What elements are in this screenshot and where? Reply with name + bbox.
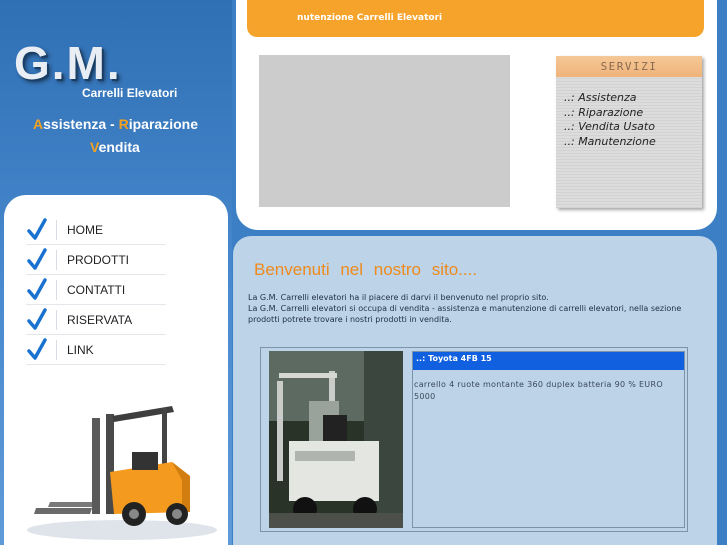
welcome-line-1: La G.M. Carrelli elevatori ha il piacere… (248, 293, 549, 302)
services-title: SERVIZI (556, 56, 702, 77)
slogan-line-1-part: ssistenza - (43, 116, 119, 132)
service-link-manutenzione[interactable]: ..: Manutenzione (564, 135, 656, 148)
checkmark-icon (26, 217, 48, 243)
service-link-riparazione[interactable]: ..: Riparazione (564, 106, 643, 119)
news-ticker-text: nutenzione Carrelli Elevatori (297, 13, 443, 23)
nav-item-label: PRODOTTI (67, 252, 129, 267)
forklift-illustration (22, 380, 222, 540)
checkmark-icon (26, 277, 48, 303)
news-ticker-bar: nutenzione Carrelli Elevatori (247, 0, 704, 37)
nav-divider (56, 279, 57, 300)
nav-item-label: LINK (67, 342, 94, 357)
nav-divider (56, 309, 57, 330)
nav-item-label: RISERVATA (67, 312, 133, 327)
checkmark-icon (26, 337, 48, 363)
slogan-line-1-part: iparazione (128, 116, 198, 132)
nav-divider (56, 249, 57, 270)
welcome-line-2: La G.M. Carrelli elevatori si occupa di … (248, 304, 682, 324)
product-description: carrello 4 ruote montante 360 duplex bat… (414, 380, 663, 401)
nav-item-contatti[interactable]: CONTATTI (26, 275, 166, 305)
slogan-line-1-part: A (33, 116, 44, 132)
nav-item-link[interactable]: LINK (26, 335, 166, 365)
product-photo[interactable] (269, 351, 403, 528)
slogan-line-1: Assistenza - Riparazione (33, 116, 198, 132)
slogan-line-2-part: endita (98, 139, 140, 155)
product-title[interactable]: ..: Toyota 4FB 15 (413, 352, 684, 370)
logo-tagline: Carrelli Elevatori (82, 86, 178, 100)
site-logo[interactable]: G.M. (14, 36, 122, 90)
slogan-line-2: Vendita (90, 139, 140, 155)
nav-divider (56, 339, 57, 360)
service-link-vendita-usato[interactable]: ..: Vendita Usato (564, 120, 655, 133)
service-link-assistenza[interactable]: ..: Assistenza (564, 91, 637, 104)
welcome-heading: Benvenuti nel nostro sito.... (254, 260, 478, 279)
nav-item-riservata[interactable]: RISERVATA (26, 305, 166, 335)
nav-item-prodotti[interactable]: PRODOTTI (26, 245, 166, 275)
slogan-line-1-part: R (118, 116, 129, 132)
nav-item-home[interactable]: HOME (26, 215, 166, 245)
checkmark-icon (26, 307, 48, 333)
services-box: SERVIZI ..: Assistenza ..: Riparazione .… (556, 56, 702, 208)
nav-item-label: HOME (67, 222, 103, 237)
product-info: ..: Toyota 4FB 15 carrello 4 ruote monta… (412, 351, 685, 528)
banner-placeholder (259, 55, 510, 207)
nav-divider (56, 219, 57, 240)
slogan-line-2-part: V (90, 139, 99, 155)
nav-item-label: CONTATTI (67, 282, 126, 297)
checkmark-icon (26, 247, 48, 273)
welcome-text: La G.M. Carrelli elevatori ha il piacere… (248, 292, 703, 325)
